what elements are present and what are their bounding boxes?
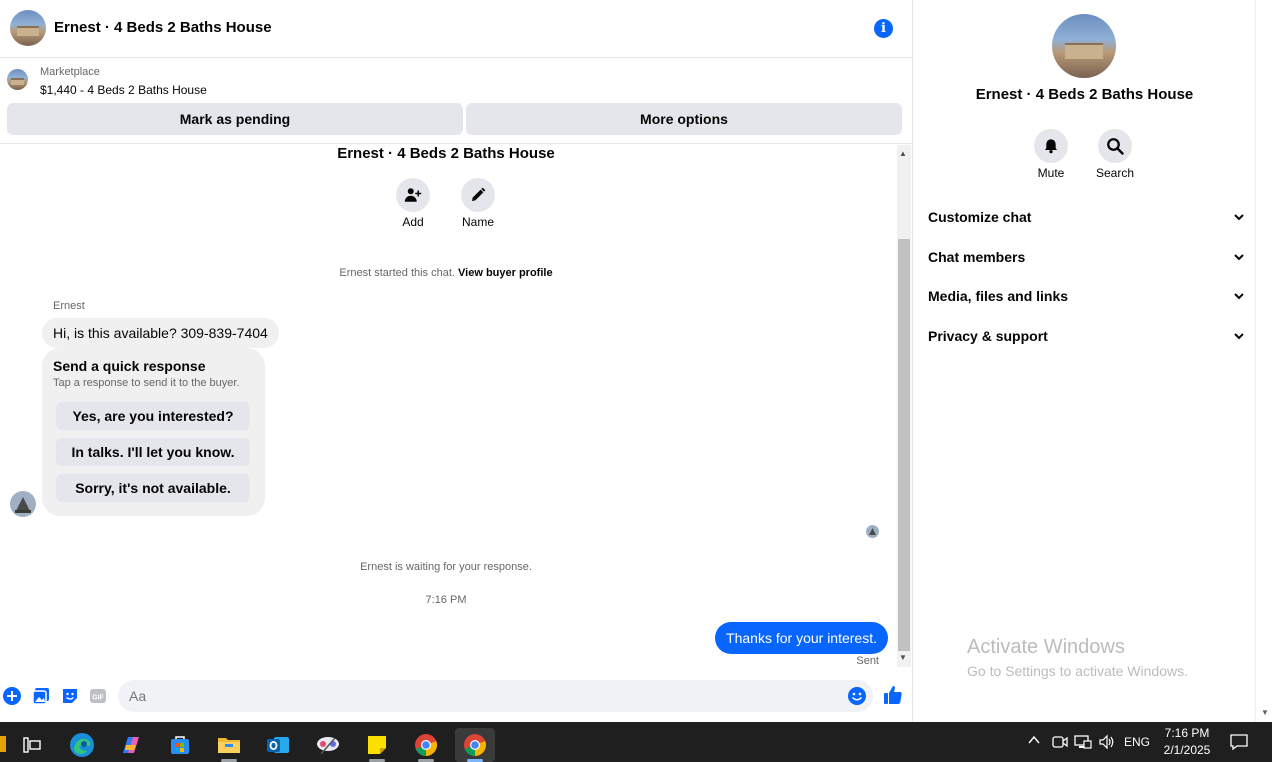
more-options-button[interactable]: More options [466, 103, 902, 135]
partial-app-icon [0, 736, 6, 752]
chrome-active-icon[interactable] [455, 728, 495, 762]
message-composer: GIF [0, 678, 913, 714]
mute-button[interactable] [1034, 129, 1068, 163]
incoming-message[interactable]: Hi, is this available? 309-839-7404 [42, 318, 279, 348]
mark-pending-button[interactable]: Mark as pending [7, 103, 463, 135]
quick-response-title: Send a quick response [53, 358, 206, 374]
snipping-tool-icon[interactable] [308, 728, 348, 762]
row-label: Media, files and links [928, 288, 1069, 304]
notification-icon[interactable] [1229, 733, 1249, 751]
name-chat-button[interactable] [461, 178, 495, 212]
scroll-down-arrow-icon[interactable]: ▼ [1261, 708, 1269, 717]
listing-thumbnail[interactable] [7, 69, 28, 90]
plus-icon[interactable] [3, 687, 21, 705]
scroll-down-arrow-icon[interactable]: ▼ [899, 653, 907, 662]
info-icon[interactable]: i [874, 19, 893, 38]
add-person-icon [404, 188, 422, 202]
add-label: Add [402, 215, 424, 229]
row-label: Privacy & support [928, 328, 1048, 344]
mute-label: Mute [1037, 166, 1065, 180]
emoji-icon[interactable] [848, 687, 866, 705]
listing-title[interactable]: $1,440 - 4 Beds 2 Baths House [40, 83, 207, 97]
chrome-icon[interactable] [406, 728, 446, 762]
name-label: Name [461, 215, 494, 229]
message-timestamp: 7:16 PM [425, 594, 467, 606]
chevron-down-icon [1234, 333, 1244, 340]
chat-info-panel: Ernest · 4 Beds 2 Baths House Mute Searc… [914, 0, 1255, 722]
clock-time[interactable]: 7:16 PM [1162, 726, 1212, 740]
listing-source: Marketplace [40, 66, 100, 78]
watermark-subtitle: Go to Settings to activate Windows. [967, 663, 1188, 679]
view-buyer-profile-link[interactable]: View buyer profile [458, 267, 553, 279]
outlook-icon[interactable] [258, 728, 298, 762]
chat-started-notice: Ernest started this chat. View buyer pro… [0, 267, 892, 279]
quick-response-subtitle: Tap a response to send it to the buyer. [53, 377, 240, 389]
file-explorer-icon[interactable] [209, 728, 249, 762]
quick-response-option[interactable]: Yes, are you interested? [56, 402, 250, 430]
waiting-notice: Ernest is waiting for your response. [360, 561, 532, 573]
search-label: Search [1095, 166, 1135, 180]
search-icon [1107, 138, 1124, 155]
watermark-title: Activate Windows [967, 636, 1125, 658]
sender-avatar[interactable] [10, 491, 36, 517]
quick-response-option[interactable]: In talks. I'll let you know. [56, 438, 250, 466]
media-files-links-row[interactable]: Media, files and links [928, 284, 1244, 308]
microsoft-store-icon[interactable] [160, 728, 200, 762]
scroll-up-arrow-icon[interactable]: ▲ [899, 149, 907, 158]
gif-icon[interactable]: GIF [89, 687, 107, 705]
message-scrollbar[interactable]: ▲ ▼ [897, 145, 911, 667]
language-indicator[interactable]: ENG [1124, 735, 1150, 749]
activate-windows-watermark: Activate Windows Go to Settings to activ… [967, 636, 1188, 679]
chat-panel: Ernest · 4 Beds 2 Baths House i Marketpl… [0, 0, 913, 722]
side-panel-avatar[interactable] [1052, 14, 1116, 78]
sent-status: Sent [856, 655, 879, 667]
message-input[interactable] [118, 680, 873, 712]
chevron-up-icon[interactable] [1027, 733, 1041, 747]
clock-date[interactable]: 2/1/2025 [1158, 743, 1216, 757]
chevron-down-icon [1234, 254, 1244, 261]
side-panel-title: Ernest · 4 Beds 2 Baths House [975, 86, 1194, 103]
outgoing-message[interactable]: Thanks for your interest. [715, 622, 888, 654]
row-label: Chat members [928, 249, 1026, 265]
chevron-down-icon [1234, 214, 1244, 221]
listing-banner: Marketplace $1,440 - 4 Beds 2 Baths Hous… [0, 58, 913, 144]
message-list[interactable]: Ernest · 4 Beds 2 Baths House Add Name E… [0, 145, 897, 667]
page-scrollbar[interactable]: ▼ [1255, 0, 1272, 722]
chat-header: Ernest · 4 Beds 2 Baths House i [0, 0, 913, 58]
meet-now-icon[interactable] [1051, 733, 1069, 751]
copilot-icon[interactable] [111, 728, 151, 762]
thread-title: Ernest · 4 Beds 2 Baths House [337, 145, 555, 162]
quick-response-option[interactable]: Sorry, it's not available. [56, 474, 250, 502]
search-button[interactable] [1098, 129, 1132, 163]
chat-title[interactable]: Ernest · 4 Beds 2 Baths House [54, 19, 272, 36]
privacy-support-row[interactable]: Privacy & support [928, 324, 1244, 348]
customize-chat-row[interactable]: Customize chat [928, 205, 1244, 229]
edge-icon[interactable] [62, 728, 102, 762]
sender-name: Ernest [53, 300, 85, 312]
scroll-thumb[interactable] [898, 239, 910, 651]
photo-icon[interactable] [32, 687, 50, 705]
network-icon[interactable] [1074, 733, 1092, 751]
thumbs-up-icon[interactable] [883, 685, 903, 705]
sticker-icon[interactable] [61, 687, 79, 705]
pencil-icon [472, 187, 486, 201]
sticky-notes-icon[interactable] [357, 728, 397, 762]
quick-response-card: Send a quick response Tap a response to … [42, 348, 265, 516]
chat-members-row[interactable]: Chat members [928, 245, 1244, 269]
windows-taskbar: ENG 7:16 PM 2/1/2025 [0, 722, 1272, 762]
task-view-icon[interactable] [12, 728, 52, 762]
seen-indicator-avatar [866, 525, 879, 538]
started-text: Ernest started this chat. [339, 267, 455, 279]
chat-avatar[interactable] [10, 10, 46, 46]
add-people-button[interactable] [396, 178, 430, 212]
bell-icon [1045, 139, 1057, 154]
row-label: Customize chat [928, 209, 1032, 225]
volume-icon[interactable] [1098, 733, 1116, 751]
chevron-down-icon [1234, 293, 1244, 300]
svg-text:GIF: GIF [92, 695, 104, 702]
